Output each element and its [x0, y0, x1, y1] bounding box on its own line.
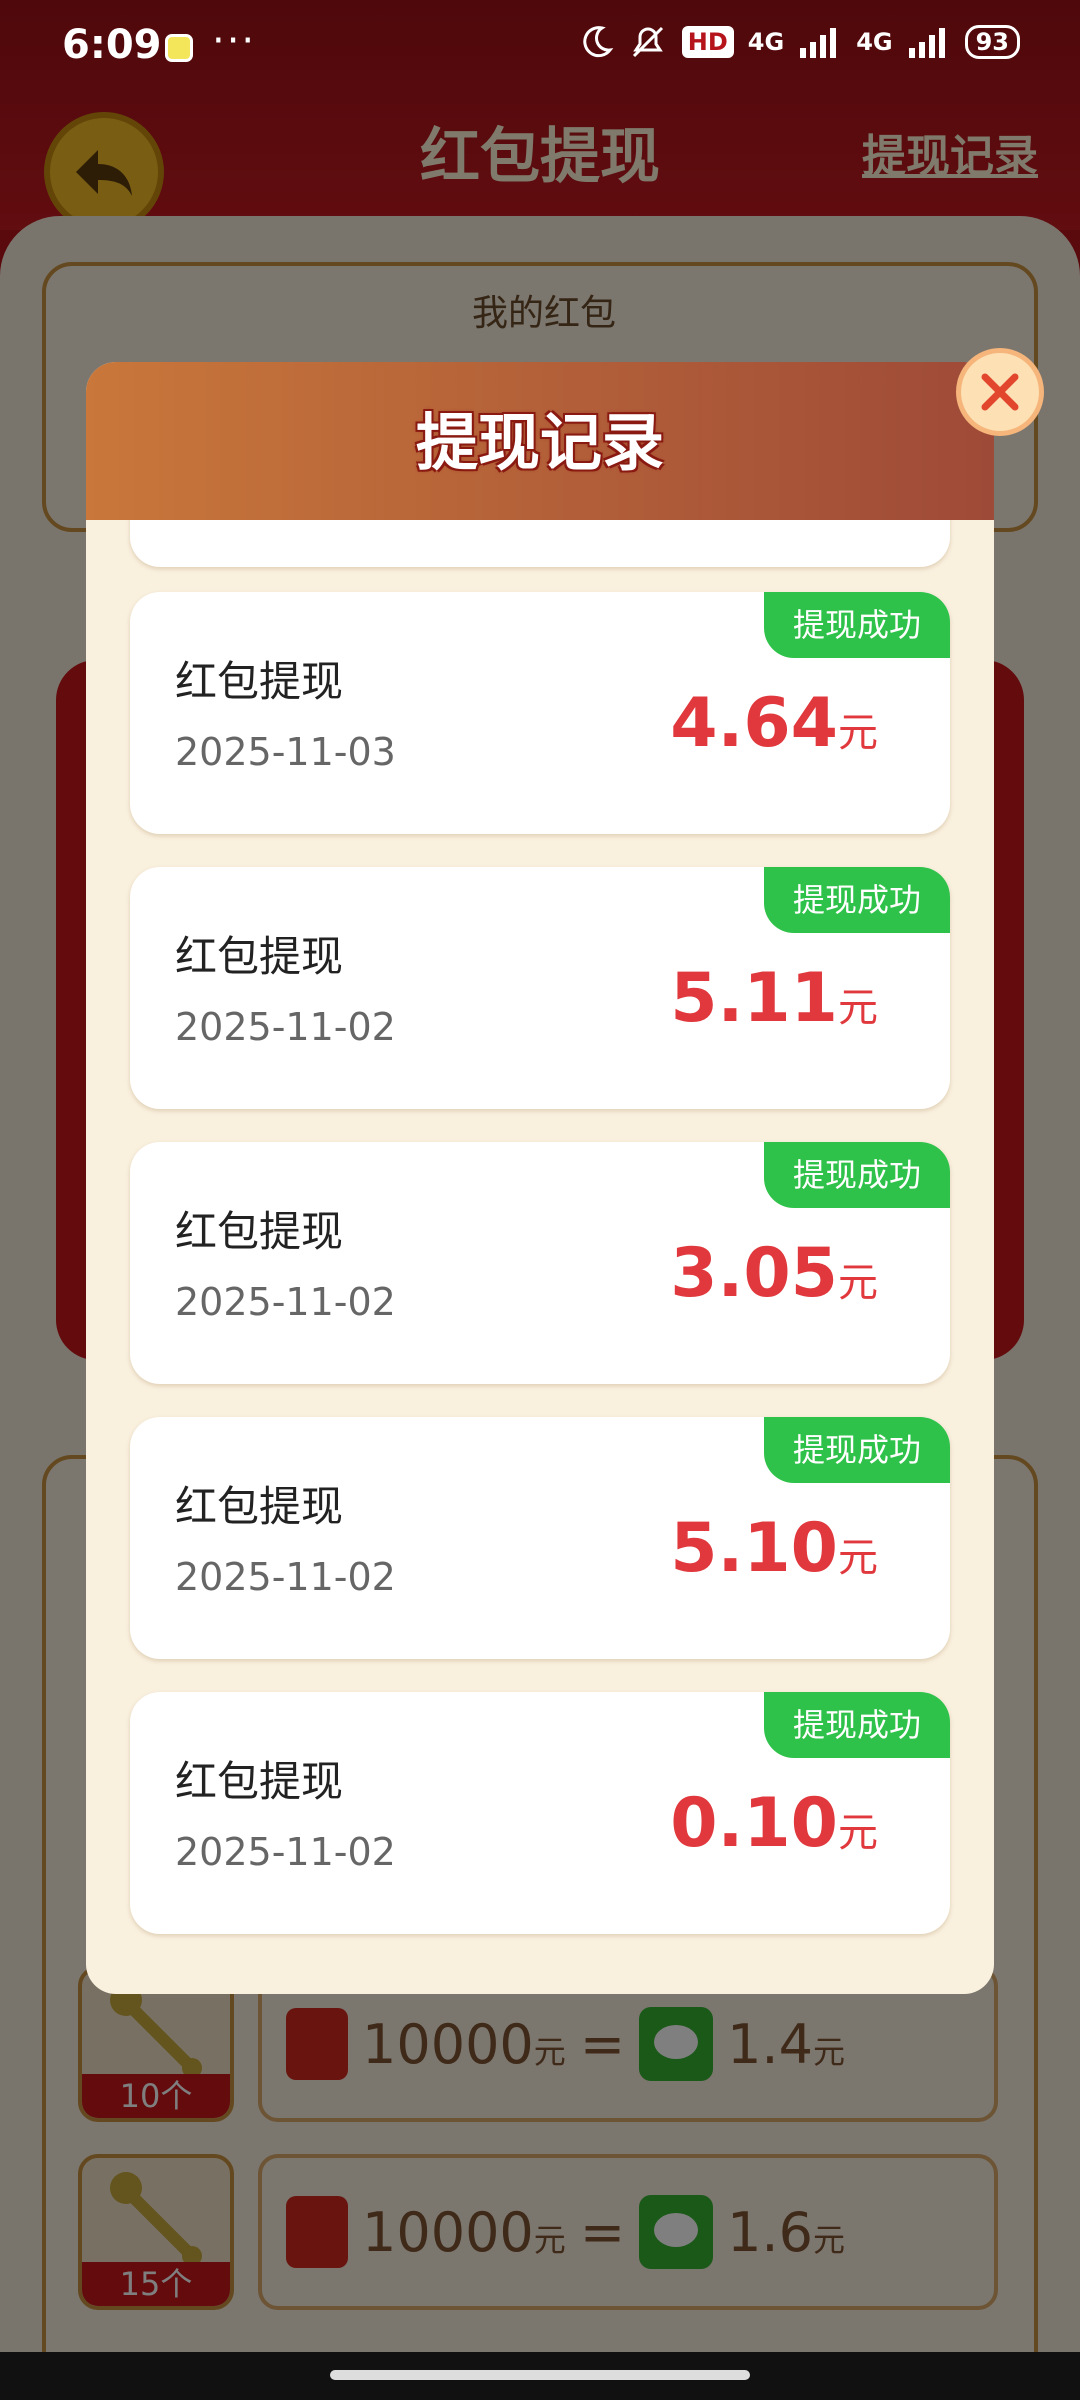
record-amount: 0.10元: [670, 1784, 878, 1863]
network-label-1: 4G: [747, 28, 785, 56]
record-status-badge: 提现成功: [764, 592, 950, 658]
signal-icon-2: [908, 28, 945, 58]
record-status-badge: 提现成功: [764, 1692, 950, 1758]
record-card: 红包提现 2025-11-03 提现成功 4.64元: [130, 592, 950, 834]
record-card: 红包提现 2025-11-02 提现成功 5.11元: [130, 867, 950, 1109]
record-title: 红包提现: [175, 932, 344, 981]
record-card: 红包提现 2025-11-02 提现成功 3.05元: [130, 1142, 950, 1384]
home-gesture-handle[interactable]: [330, 2370, 750, 2380]
record-date: 2025-11-02: [175, 1555, 396, 1599]
modal-header: 提现记录: [86, 362, 994, 520]
moon-icon: [583, 26, 614, 58]
withdraw-history-modal: 提现记录 红包提现 2025-11-03 提现成功 4.64元 红包提现 202…: [86, 362, 994, 1994]
record-status-badge: 提现成功: [764, 867, 950, 933]
battery-indicator: 93: [964, 25, 1020, 59]
status-bar: 6:09 ··· HD 4G 4G 93: [0, 0, 1080, 100]
record-status-badge: 提现成功: [764, 1417, 950, 1483]
record-date: 2025-11-02: [175, 1280, 396, 1324]
record-title: 红包提现: [175, 1482, 344, 1531]
record-amount: 5.11元: [670, 959, 878, 1038]
record-status-badge: 提现成功: [764, 1142, 950, 1208]
close-button[interactable]: [956, 348, 1044, 436]
record-card: 红包提现 2025-11-02 提现成功 5.10元: [130, 1417, 950, 1659]
close-icon: [981, 373, 1019, 411]
record-date: 2025-11-02: [175, 1005, 396, 1049]
mute-icon: [632, 26, 663, 58]
record-title: 红包提现: [175, 657, 344, 706]
record-date: 2025-11-02: [175, 1830, 396, 1874]
network-label-2: 4G: [856, 28, 893, 56]
more-notifications-icon: ···: [212, 18, 257, 64]
record-title: 红包提现: [175, 1207, 344, 1256]
record-amount: 4.64元: [670, 684, 878, 763]
record-card: 红包提现 2025-11-02 提现成功 0.10元: [130, 1692, 950, 1934]
status-time: 6:09: [62, 22, 162, 68]
withdraw-record-list[interactable]: 红包提现 2025-11-03 提现成功 4.64元 红包提现 2025-11-…: [86, 520, 994, 1994]
modal-title: 提现记录: [415, 406, 664, 479]
signal-icon: [800, 28, 837, 58]
record-amount: 3.05元: [670, 1234, 878, 1313]
record-date: 2025-11-03: [175, 730, 396, 774]
record-amount: 5.10元: [670, 1509, 878, 1588]
hd-badge: HD: [681, 26, 734, 58]
status-icons: HD 4G 4G 93: [578, 24, 1020, 60]
record-card-partial: [130, 520, 950, 567]
notification-app-icon: [165, 34, 193, 62]
system-navigation-bar: [0, 2352, 1080, 2400]
record-title: 红包提现: [175, 1757, 344, 1806]
